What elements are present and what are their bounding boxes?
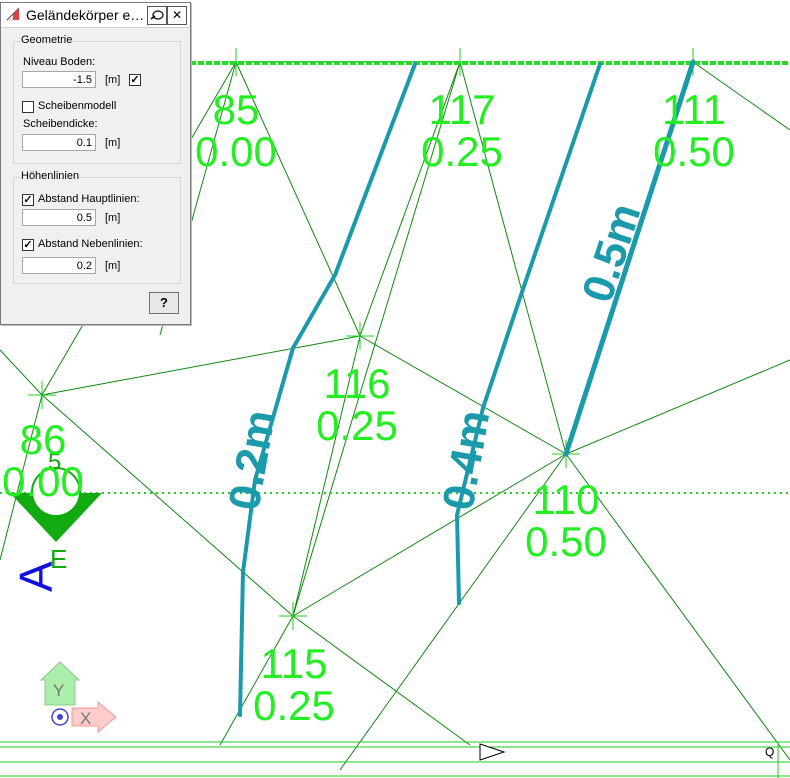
node-elev: 0.25 [253,682,335,729]
corner-label: Q [765,745,774,759]
axis-indicator: Y X [39,661,117,734]
terrain-dialog[interactable]: Geländekörper e… ✕ Geometrie Niveau Bode… [0,2,191,325]
niveau-unit: [m] [105,74,121,86]
neben-unit: [m] [105,260,121,272]
haupt-unit: [m] [105,212,121,224]
pin-button[interactable] [147,6,167,25]
bottom-beam [0,741,790,778]
niveau-checkbox[interactable]: ✓ [129,74,141,86]
neben-label: Abstand Nebenlinien: [38,238,143,250]
close-button[interactable]: ✕ [167,6,187,25]
node-elev: 0.00 [195,128,277,175]
node-id: 111 [662,86,726,133]
axis-x-label: X [80,709,91,728]
help-button[interactable]: ? [149,292,179,314]
beam-arrow-icon [479,743,506,761]
axis-y-label: Y [53,681,64,700]
scheibendicke-input[interactable] [22,134,96,151]
node-id: 115 [261,640,328,687]
scheibendicke-unit: [m] [105,137,121,149]
app-icon [6,7,20,21]
haupt-label: Abstand Hauptlinien: [38,193,140,205]
node-elev: 0.25 [421,128,503,175]
node-elev: 0.00 [2,458,84,505]
node-id: 86 [20,416,67,463]
close-icon: ✕ [171,8,183,22]
haupt-checkbox[interactable]: ✓ [22,194,34,206]
support-subscript: E [50,544,67,574]
scheibenmodell-checkbox[interactable] [22,101,34,113]
geometry-group-title: Geometrie [21,34,73,46]
niveau-input[interactable] [22,71,96,88]
x-arrow-icon [71,700,117,734]
scheibendicke-label: Scheibendicke: [23,118,98,130]
dialog-titlebar[interactable]: Geländekörper e… ✕ [1,3,190,28]
node-elev: 0.50 [525,518,607,565]
dialog-title: Geländekörper e… [26,7,145,23]
neben-input[interactable] [22,257,96,274]
scheibenmodell-label: Scheibenmodell [38,100,117,112]
node-id: 85 [213,86,260,133]
contours-group-title: Höhenlinien [21,170,80,182]
node-elev: 0.25 [316,402,398,449]
node-id: 116 [324,360,391,407]
niveau-label: Niveau Boden: [23,56,96,68]
node-elev: 0.50 [653,128,735,175]
contour-label-04: 0.4m [434,406,500,513]
contour-label-02: 0.2m [220,406,286,513]
pin-icon [150,10,164,20]
node-id: 117 [429,86,496,133]
contour-label-05: 0.5m [573,198,651,309]
haupt-input[interactable] [22,209,96,226]
neben-checkbox[interactable]: ✓ [22,239,34,251]
node-id: 110 [533,476,600,523]
